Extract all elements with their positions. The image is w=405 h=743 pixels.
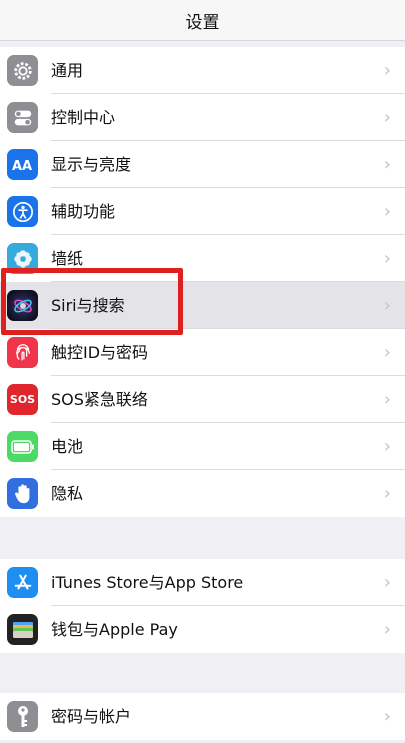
settings-row-privacy[interactable]: 隐私 › bbox=[0, 470, 405, 517]
settings-row-passwords-accounts[interactable]: 密码与帐户 › bbox=[0, 693, 405, 740]
hand-icon bbox=[7, 478, 38, 509]
sos-icon-text: SOS bbox=[9, 393, 36, 406]
sos-icon: SOS bbox=[7, 384, 38, 415]
text-size-icon: AA bbox=[7, 149, 38, 180]
settings-row-battery[interactable]: 电池 › bbox=[0, 423, 405, 470]
settings-row-label: 隐私 bbox=[51, 484, 84, 503]
chevron-right-icon: › bbox=[383, 342, 391, 363]
chevron-right-icon: › bbox=[383, 295, 391, 316]
page-title: 设置 bbox=[185, 12, 220, 33]
highlight-annotation-box bbox=[1, 268, 183, 335]
chevron-right-icon: › bbox=[383, 60, 391, 81]
settings-row-general[interactable]: 通用 › bbox=[0, 47, 405, 94]
settings-row-label: 钱包与Apple Pay bbox=[51, 620, 178, 639]
chevron-right-icon: › bbox=[383, 201, 391, 222]
chevron-right-icon: › bbox=[383, 706, 391, 727]
chevron-right-icon: › bbox=[383, 107, 391, 128]
toggles-icon bbox=[7, 102, 38, 133]
chevron-right-icon: › bbox=[383, 483, 391, 504]
settings-row-accessibility[interactable]: 辅助功能 › bbox=[0, 188, 405, 235]
settings-row-control-center[interactable]: 控制中心 › bbox=[0, 94, 405, 141]
settings-row-label: SOS紧急联络 bbox=[51, 390, 148, 409]
chevron-right-icon: › bbox=[383, 572, 391, 593]
svg-text:AA: AA bbox=[12, 159, 32, 174]
settings-row-display-brightness[interactable]: AA 显示与亮度 › bbox=[0, 141, 405, 188]
settings-row-label: 通用 bbox=[51, 61, 84, 80]
settings-row-touch-id-passcode[interactable]: 触控ID与密码 › bbox=[0, 329, 405, 376]
fingerprint-icon bbox=[7, 337, 38, 368]
chevron-right-icon: › bbox=[383, 248, 391, 269]
gear-icon bbox=[7, 55, 38, 86]
settings-row-label: 触控ID与密码 bbox=[51, 343, 149, 362]
battery-icon bbox=[7, 431, 38, 462]
settings-row-label: 显示与亮度 bbox=[51, 155, 132, 174]
wallet-icon bbox=[7, 614, 38, 645]
chevron-right-icon: › bbox=[383, 619, 391, 640]
settings-row-itunes-app-store[interactable]: iTunes Store与App Store › bbox=[0, 559, 405, 606]
key-icon bbox=[7, 701, 38, 732]
settings-row-emergency-sos[interactable]: SOS SOS紧急联络 › bbox=[0, 376, 405, 423]
settings-group-3: 密码与帐户 › bbox=[0, 693, 405, 740]
nav-bar: 设置 bbox=[0, 0, 405, 41]
chevron-right-icon: › bbox=[383, 154, 391, 175]
settings-row-label: 辅助功能 bbox=[51, 202, 116, 221]
chevron-right-icon: › bbox=[383, 389, 391, 410]
app-store-icon bbox=[7, 567, 38, 598]
settings-row-label: 控制中心 bbox=[51, 108, 116, 127]
chevron-right-icon: › bbox=[383, 436, 391, 457]
settings-row-label: 密码与帐户 bbox=[51, 707, 132, 726]
settings-row-label: 电池 bbox=[51, 437, 84, 456]
settings-row-label: iTunes Store与App Store bbox=[51, 573, 244, 592]
accessibility-icon bbox=[7, 196, 38, 227]
settings-row-wallet-apple-pay[interactable]: 钱包与Apple Pay › bbox=[0, 606, 405, 653]
settings-group-2: iTunes Store与App Store › 钱包与Apple Pay › bbox=[0, 559, 405, 653]
